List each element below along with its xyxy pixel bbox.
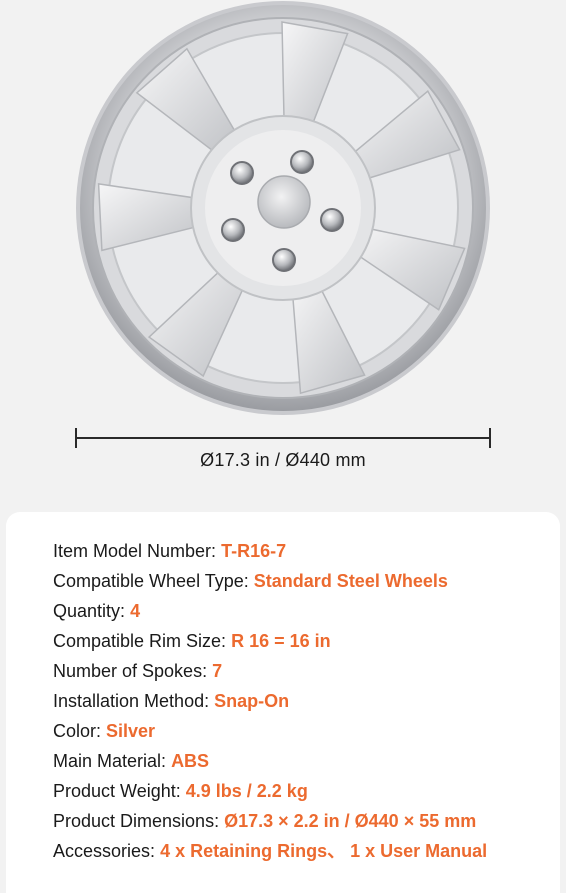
spec-value: 4 [130,601,141,621]
spec-row-installation: Installation Method: Snap-On [53,686,487,716]
spec-row-wheel-type: Compatible Wheel Type: Standard Steel Wh… [53,566,487,596]
spec-value: Silver [106,721,156,741]
spec-value: Ø17.3 × 2.2 in / Ø440 × 55 mm [224,811,477,831]
spec-label: Installation Method: [53,691,210,711]
spec-label: Compatible Wheel Type: [53,571,249,591]
spec-label: Compatible Rim Size: [53,631,227,651]
spec-label: Accessories: [53,841,156,861]
spec-label: Number of Spokes: [53,661,208,681]
spec-row-spokes: Number of Spokes: 7 [53,656,487,686]
spec-label: Product Weight: [53,781,181,801]
hubcap-image [76,1,490,415]
diameter-label: Ø17.3 in / Ø440 mm [200,450,366,470]
spec-row-dimensions: Product Dimensions: Ø17.3 × 2.2 in / Ø44… [53,806,487,836]
spec-row-color: Color: Silver [53,716,487,746]
spec-value: Standard Steel Wheels [253,571,448,591]
diameter-dimension-line [75,428,491,448]
spec-list: Item Model Number: T-R16-7 Compatible Wh… [53,536,487,866]
spec-label: Color: [53,721,102,741]
spec-row-accessories: Accessories: 4 x Retaining Rings、 1 x Us… [53,836,487,866]
spec-value: 4 x Retaining Rings、 1 x User Manual [160,841,488,861]
spec-row-model-number: Item Model Number: T-R16-7 [53,536,487,566]
spec-label: Main Material: [53,751,167,771]
spec-value: R 16 = 16 in [231,631,331,651]
dimension-cap-right [489,428,491,448]
specifications-card: Item Model Number: T-R16-7 Compatible Wh… [6,512,560,893]
spec-value: ABS [171,751,210,771]
spec-label: Item Model Number: [53,541,217,561]
spec-value: T-R16-7 [221,541,287,561]
spec-value: 7 [212,661,223,681]
spec-value: 4.9 lbs / 2.2 kg [185,781,308,801]
spec-row-material: Main Material: ABS [53,746,487,776]
spec-row-rim-size: Compatible Rim Size: R 16 = 16 in [53,626,487,656]
spec-label: Product Dimensions: [53,811,220,831]
dimension-cap-left [75,428,77,448]
product-image [0,0,566,420]
spec-label: Quantity: [53,601,126,621]
spec-row-quantity: Quantity: 4 [53,596,487,626]
dimension-line [75,437,491,439]
spec-value: Snap-On [214,691,290,711]
spec-row-weight: Product Weight: 4.9 lbs / 2.2 kg [53,776,487,806]
